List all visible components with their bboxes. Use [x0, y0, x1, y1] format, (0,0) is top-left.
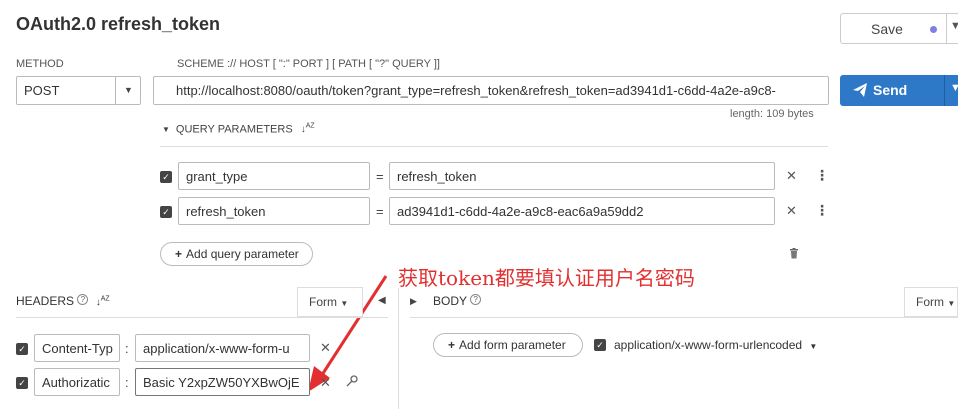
page-title: OAuth2.0 refresh_token: [16, 14, 221, 34]
remove-header-icon[interactable]: ✕: [320, 340, 331, 356]
send-label: Send: [873, 82, 908, 98]
divider: [115, 77, 116, 104]
collapse-left-icon[interactable]: ◀: [378, 295, 386, 306]
headers-form-dropdown[interactable]: Form ▼: [297, 287, 363, 317]
header-name-input[interactable]: Authorizatic: [34, 368, 120, 396]
colon-separator: :: [125, 341, 129, 356]
help-icon[interactable]: ?: [470, 294, 482, 305]
encoding-checkbox[interactable]: ✓: [594, 339, 606, 351]
add-form-parameter-button[interactable]: + Add form parameter: [433, 333, 583, 357]
sort-icon[interactable]: ↓AZ: [301, 123, 315, 135]
panel-divider[interactable]: [398, 288, 399, 409]
headers-header: HEADERS ? ↓AZ: [16, 294, 110, 308]
add-query-parameter-label: Add query parameter: [186, 247, 299, 261]
save-label: Save: [871, 21, 903, 37]
chevron-down-icon[interactable]: ▼: [124, 85, 133, 95]
headers-title: HEADERS: [16, 294, 75, 308]
collapse-right-icon[interactable]: ▶: [410, 296, 417, 307]
param-checkbox[interactable]: ✓: [160, 171, 172, 183]
divider: [16, 317, 388, 318]
param-name-input[interactable]: grant_type: [178, 162, 370, 190]
remove-param-icon[interactable]: ✕: [786, 203, 797, 219]
more-options-icon[interactable]: ⋮: [815, 167, 829, 184]
param-value-input[interactable]: ad3941d1-c6dd-4a2e-a9c8-eac6a9a59dd2: [389, 197, 775, 225]
save-button[interactable]: Save ▼: [840, 13, 958, 44]
header-checkbox[interactable]: ✓: [16, 343, 28, 355]
colon-separator: :: [125, 375, 129, 390]
chevron-down-icon[interactable]: ▼: [950, 82, 958, 94]
body-form-dropdown[interactable]: Form ▼: [904, 287, 958, 317]
query-params-header: QUERY PARAMETERS: [175, 123, 293, 136]
method-value: POST: [24, 83, 60, 98]
more-options-icon[interactable]: ⋮: [815, 202, 829, 219]
caret-down-icon: ▼: [340, 299, 349, 308]
header-checkbox[interactable]: ✓: [16, 377, 28, 389]
query-params-toggle[interactable]: ▼ QUERY PARAMETERS ↓AZ: [162, 123, 315, 135]
trash-icon[interactable]: [789, 248, 799, 259]
chevron-down-icon: ▼: [162, 125, 170, 135]
key-icon[interactable]: [346, 375, 358, 387]
divider: [944, 75, 945, 106]
encoding-value: application/x-www-form-urlencoded: [614, 338, 803, 352]
divider: [410, 317, 958, 318]
body-header: BODY ?: [433, 294, 482, 308]
url-input[interactable]: http://localhost:8080/oauth/token?grant_…: [153, 76, 829, 105]
send-button[interactable]: Send ▼: [840, 75, 958, 106]
method-select[interactable]: POST ▼: [16, 76, 141, 105]
plus-icon: +: [175, 247, 183, 261]
scheme-label: SCHEME :// HOST [ ":" PORT ] [ PATH [ "?…: [177, 58, 440, 70]
remove-header-icon[interactable]: ✕: [320, 375, 331, 391]
paper-plane-icon: [853, 83, 867, 97]
body-form-label: Form: [916, 295, 944, 309]
headers-form-label: Form: [309, 295, 337, 309]
annotation-text: 获取token都要填认证用户名密码: [398, 266, 695, 290]
param-value-input[interactable]: refresh_token: [389, 162, 775, 190]
param-checkbox[interactable]: ✓: [160, 206, 172, 218]
header-name-input[interactable]: Content-Typ: [34, 334, 120, 362]
body-title: BODY: [433, 294, 467, 308]
help-icon[interactable]: ?: [77, 294, 89, 305]
caret-down-icon: ▼: [947, 299, 956, 308]
remove-param-icon[interactable]: ✕: [786, 168, 797, 184]
header-value-input[interactable]: Basic Y2xpZW50YXBwOjE: [135, 368, 310, 396]
equals-sign: =: [376, 204, 384, 219]
param-name-input[interactable]: refresh_token: [178, 197, 370, 225]
method-label: METHOD: [16, 58, 64, 70]
length-text: length: 109 bytes: [730, 108, 814, 120]
encoding-dropdown[interactable]: application/x-www-form-urlencoded ▼: [614, 338, 817, 352]
divider: [946, 14, 947, 43]
plus-icon: +: [448, 338, 456, 352]
equals-sign: =: [376, 169, 384, 184]
header-value-input[interactable]: application/x-www-form-u: [135, 334, 310, 362]
sort-icon[interactable]: ↓AZ: [96, 296, 110, 308]
chevron-down-icon[interactable]: ▼: [950, 20, 958, 32]
unsaved-indicator-icon: [930, 26, 937, 33]
divider: [160, 146, 828, 147]
add-query-parameter-button[interactable]: + Add query parameter: [160, 242, 313, 266]
url-value: http://localhost:8080/oauth/token?grant_…: [176, 83, 776, 98]
caret-down-icon: ▼: [809, 342, 818, 351]
add-form-parameter-label: Add form parameter: [459, 338, 566, 352]
